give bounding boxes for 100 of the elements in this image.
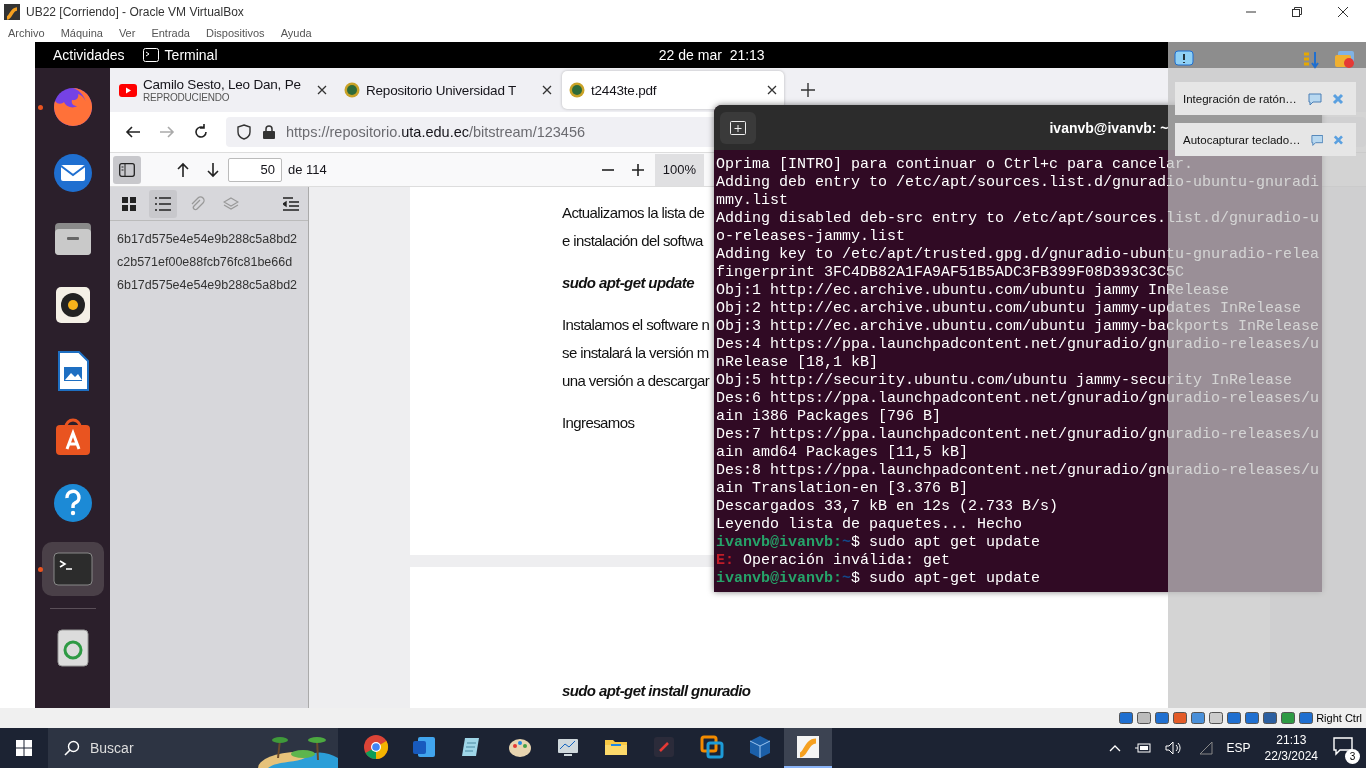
window-title: UB22 [Corriendo] - Oracle VM VirtualBox [26, 5, 245, 19]
menu-item[interactable]: Dispositivos [201, 27, 269, 39]
menu-item[interactable]: Archivo [4, 27, 49, 39]
terminal-line: ain Translation-en [3.376 B] [716, 480, 970, 498]
tab-title: Repositorio Universidad T [366, 82, 518, 98]
terminal-line: Des:6 https://ppa.launchpadcontent.net/gnuradio/gnuradio-releases/u [716, 390, 1320, 408]
search-icon [64, 740, 80, 756]
browser-tab[interactable]: Camilo Sesto, Leo Dan, Pe REPRODUCIENDO [112, 71, 334, 109]
paragraph-line: Actualizamos la lista de [562, 203, 705, 223]
terminal-line: Obj:3 http://ec.archive.ubuntu.com/ubuntu jammy-backports InRelease [716, 318, 1320, 336]
reload-icon[interactable] [192, 123, 210, 141]
close-icon[interactable] [767, 85, 777, 95]
layers-icon [223, 195, 239, 212]
next-page-icon[interactable] [204, 160, 222, 179]
new-tab-button[interactable] [720, 111, 756, 144]
browser-icon [363, 734, 389, 760]
menu-item[interactable]: Ver [114, 27, 140, 39]
restore-icon [1292, 7, 1302, 17]
url-text: https://repositorio.uta.edu.ec/bitstream/123456 [286, 124, 586, 140]
status-icon[interactable] [1136, 710, 1153, 726]
paragraph-line: Ingresamos [562, 413, 635, 433]
page-number-field[interactable]: 50 [228, 157, 282, 182]
sidebar-icon [119, 162, 135, 177]
status-icon[interactable] [1280, 710, 1297, 726]
cube-icon [747, 734, 773, 760]
status-icon[interactable] [1262, 710, 1279, 726]
status-icon[interactable] [1118, 710, 1135, 726]
terminal-line: Obj:2 http://ec.archive.ubuntu.com/ubuntu jammy-updates InRelease [716, 300, 1303, 318]
paragraph-line: e instalación del softwa [562, 231, 703, 251]
terminal-line: Des:7 https://ppa.launchpadcontent.net/gnuradio/gnuradio-releases/u [716, 426, 1320, 444]
clock[interactable]: 21:13 22/3/2024 [1264, 732, 1318, 764]
terminal-line: nRelease [18,1 kB] [716, 354, 880, 372]
tab-subtitle: REPRODUCIENDO [143, 92, 231, 103]
host-key-label: Right Ctrl [1316, 712, 1362, 724]
terminal-line: Obj:5 http://security.ubuntu.com/ubuntu jammy-security InRelease [716, 372, 1294, 390]
paperclip-icon [189, 195, 205, 212]
windows-icon [16, 740, 32, 756]
time-text: 21:13 [1276, 732, 1307, 748]
menu-item[interactable]: Ayuda [276, 27, 316, 39]
outline-item[interactable]: c2b571ef00e88fcb76fc81be66d [117, 251, 301, 274]
list-icon [155, 196, 171, 211]
status-icon[interactable] [1208, 710, 1225, 726]
browser-tab[interactable]: t2443te.pdf [562, 71, 784, 109]
new-tab-icon [730, 120, 746, 135]
battery-icon[interactable] [1134, 742, 1151, 754]
terminal-line: Descargados 33,7 kB en 12s (2.733 B/s) [716, 498, 1060, 516]
seal-icon [569, 82, 585, 98]
terminal-line: mmy.list [716, 192, 789, 210]
close-icon[interactable] [317, 85, 327, 95]
notification-card[interactable]: Integración de ratón… [1175, 82, 1356, 115]
clear-messages-icon[interactable] [1334, 50, 1356, 70]
status-icon[interactable] [1172, 710, 1189, 726]
terminal-line: Des:8 https://ppa.launchpadcontent.net/gnuradio/gnuradio-releases/u [716, 462, 1320, 480]
app-icon [651, 734, 677, 760]
page-count: de 114 [288, 162, 327, 177]
terminal-line: ain amd64 Packages [11,5 kB] [716, 444, 970, 462]
status-icon[interactable] [1244, 710, 1261, 726]
outline-button[interactable] [149, 189, 177, 218]
taskbar-app[interactable] [784, 728, 832, 768]
paragraph-line: una versión a descargar [562, 371, 710, 391]
outline-item[interactable]: 6b17d575e4e54e9b288c5a8bd2 [117, 228, 301, 251]
shield-icon [236, 124, 252, 140]
menu-item[interactable]: Entrada [147, 27, 194, 39]
status-icon[interactable] [1226, 710, 1243, 726]
language-indicator[interactable]: ESP [1226, 741, 1251, 755]
volume-icon[interactable] [1164, 741, 1183, 755]
command-text: sudo apt-get update [562, 273, 694, 293]
notification-text: Integración de ratón… [1183, 92, 1298, 105]
notification-card[interactable]: Autocapturar teclado… [1175, 123, 1356, 156]
zoom-select[interactable]: 100% [654, 153, 705, 186]
app-menu[interactable]: Terminal [142, 47, 218, 63]
sidebar-toggle-button[interactable] [113, 155, 141, 184]
close-icon[interactable] [542, 85, 552, 95]
notification-count: 3 [1345, 749, 1360, 764]
grid-icon [122, 196, 136, 211]
clock[interactable]: 22 de mar 21:13 [658, 47, 765, 63]
sort-icon[interactable] [1302, 50, 1320, 70]
close-icon [1338, 7, 1348, 17]
window-title: ivanvb@ivanvb: ~ [1048, 119, 1170, 136]
terminal-line: Leyendo lista de paquetes... Hecho [716, 516, 1024, 534]
chevron-up-icon[interactable] [1108, 744, 1121, 752]
status-icon[interactable] [1298, 710, 1315, 726]
terminal-line: fingerprint 3FC4DB82A1FA9AF51B5ADC3FB399F08D393C3C5C [716, 264, 1186, 282]
notification-text: Autocapturar teclado… [1183, 133, 1301, 146]
status-icon[interactable] [1154, 710, 1171, 726]
search-field[interactable]: Buscar [48, 728, 338, 768]
new-tab-icon[interactable] [801, 83, 815, 97]
command-text: sudo apt-get install gnuradio [562, 681, 751, 701]
squares-icon [699, 734, 725, 760]
outline-item[interactable]: 6b17d575e4e54e9b288c5a8bd2 [117, 274, 301, 297]
status-icon[interactable] [1190, 710, 1207, 726]
search-placeholder: Buscar [90, 740, 135, 756]
terminal-line: Adding disabled deb-src entry to /etc/apt/sources.list.d/gnuradio-u [716, 210, 1320, 228]
activities-button[interactable]: Actividades [35, 47, 143, 63]
browser-tab[interactable]: Repositorio Universidad T [337, 71, 559, 109]
lock-icon [262, 124, 276, 140]
tab-title: t2443te.pdf [591, 82, 658, 98]
menu-item[interactable]: Máquina [56, 27, 107, 39]
play-icon [119, 83, 137, 97]
paragraph-line: se instalará la versión m [562, 343, 709, 363]
